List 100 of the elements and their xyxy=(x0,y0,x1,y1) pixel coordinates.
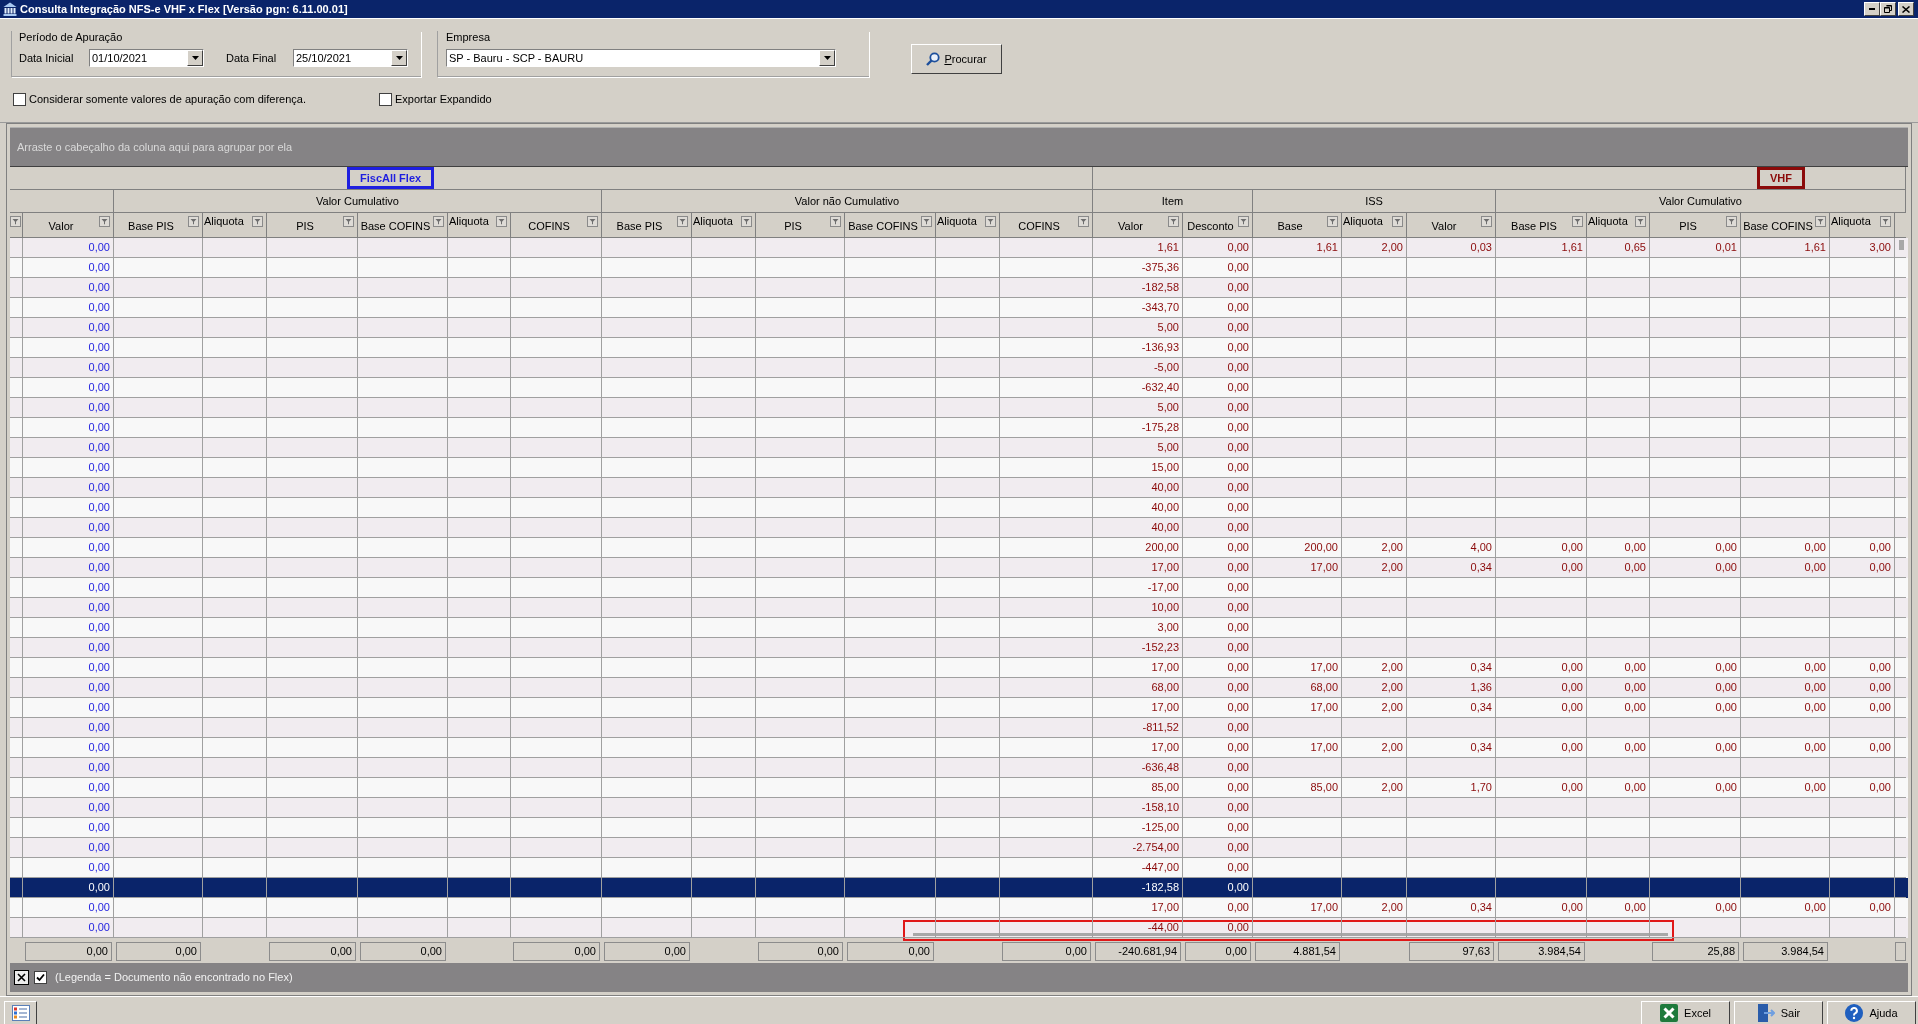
column-header[interactable]: Valor xyxy=(23,213,114,238)
toolbar-button[interactable]: Ajuda xyxy=(1827,1001,1916,1024)
toolbar-button[interactable]: Excel xyxy=(1641,1001,1730,1024)
table-row[interactable]: 0,00 68,00 0,00 68,00 2,00 1,36 0,00 0,00 0,00 0,00 0,00 xyxy=(10,678,1908,698)
table-row[interactable]: 0,00 -17,00 0,00 xyxy=(10,578,1908,598)
column-header[interactable]: Base PIS xyxy=(1496,213,1587,238)
column-header[interactable]: Aliquota xyxy=(692,213,756,238)
column-header[interactable]: Base COFINS xyxy=(358,213,448,238)
table-row[interactable]: 0,00 17,00 0,00 17,00 2,00 0,34 0,00 0,00 0,00 0,00 0,00 xyxy=(10,558,1908,578)
filter-icon[interactable] xyxy=(10,216,21,227)
column-header[interactable]: Valor xyxy=(1093,213,1183,238)
filter-icon[interactable] xyxy=(1238,216,1249,227)
table-row[interactable]: 0,00 85,00 0,00 85,00 2,00 1,70 0,00 0,00 0,00 0,00 0,00 xyxy=(10,778,1908,798)
filter-icon[interactable] xyxy=(433,216,444,227)
column-header[interactable]: PIS xyxy=(756,213,845,238)
date-field[interactable]: 01/10/2021 xyxy=(89,49,204,67)
filter-icon[interactable] xyxy=(1880,216,1891,227)
column-header[interactable]: Base xyxy=(1253,213,1342,238)
column-header[interactable]: Aliquota xyxy=(203,213,267,238)
filter-icon[interactable] xyxy=(1815,216,1826,227)
table-row[interactable]: 0,00 5,00 0,00 xyxy=(10,318,1908,338)
column-header[interactable]: PIS xyxy=(1650,213,1741,238)
column-header[interactable]: Desconto xyxy=(1183,213,1253,238)
filter-icon[interactable] xyxy=(252,216,263,227)
table-row[interactable]: 0,00 1,61 0,00 1,61 2,00 0,03 1,61 0,65 0,01 1,61 3,00 xyxy=(10,238,1908,258)
column-header[interactable]: Valor xyxy=(1407,213,1496,238)
filter-icon[interactable] xyxy=(343,216,354,227)
checkbox[interactable] xyxy=(34,971,47,984)
table-row[interactable]: 0,00 -125,00 0,00 xyxy=(10,818,1908,838)
column-header[interactable]: COFINS xyxy=(1000,213,1093,238)
table-row[interactable]: 0,00 15,00 0,00 xyxy=(10,458,1908,478)
filter-icon[interactable] xyxy=(830,216,841,227)
table-row[interactable]: 0,00 200,00 0,00 200,00 2,00 4,00 0,00 0,00 0,00 0,00 0,00 xyxy=(10,538,1908,558)
filter-icon[interactable] xyxy=(985,216,996,227)
table-row[interactable]: 0,00 40,00 0,00 xyxy=(10,498,1908,518)
filter-icon[interactable] xyxy=(587,216,598,227)
filter-icon[interactable] xyxy=(1572,216,1583,227)
table-row[interactable]: 0,00 -636,48 0,00 xyxy=(10,758,1908,778)
search-button[interactable]: Procurar xyxy=(911,44,1002,74)
dropdown-button[interactable] xyxy=(391,50,407,66)
table-row[interactable]: 0,00 -158,10 0,00 xyxy=(10,798,1908,818)
dropdown-button[interactable] xyxy=(187,50,203,66)
table-row[interactable]: 0,00 -811,52 0,00 xyxy=(10,718,1908,738)
table-row[interactable]: 0,00 -2.754,00 0,00 xyxy=(10,838,1908,858)
table-row[interactable]: 0,00 17,00 0,00 17,00 2,00 0,34 0,00 0,00 0,00 0,00 0,00 xyxy=(10,698,1908,718)
table-row[interactable]: 0,00 -136,93 0,00 xyxy=(10,338,1908,358)
filter-icon[interactable] xyxy=(677,216,688,227)
date-field[interactable]: 25/10/2021 xyxy=(293,49,408,67)
table-row[interactable]: 0,00 40,00 0,00 xyxy=(10,518,1908,538)
column-header[interactable]: Aliquota xyxy=(1830,213,1895,238)
filter-icon[interactable] xyxy=(741,216,752,227)
table-row[interactable]: 0,00 17,00 0,00 17,00 2,00 0,34 0,00 0,00 0,00 0,00 0,00 xyxy=(10,738,1908,758)
filter-icon[interactable] xyxy=(188,216,199,227)
column-header[interactable]: PIS xyxy=(267,213,358,238)
filter-icon[interactable] xyxy=(921,216,932,227)
list-button[interactable] xyxy=(4,1001,37,1024)
checkbox[interactable] xyxy=(379,92,392,106)
column-header[interactable]: Aliquota xyxy=(448,213,511,238)
restore-button[interactable] xyxy=(1880,2,1896,16)
table-row[interactable]: 0,00 -343,70 0,00 xyxy=(10,298,1908,318)
filter-icon[interactable] xyxy=(1168,216,1179,227)
table-row[interactable]: 0,00 10,00 0,00 xyxy=(10,598,1908,618)
table-row[interactable]: 0,00 3,00 0,00 xyxy=(10,618,1908,638)
column-header[interactable]: Base PIS xyxy=(114,213,203,238)
table-row[interactable]: 0,00 -5,00 0,00 xyxy=(10,358,1908,378)
column-header[interactable]: Aliquota xyxy=(1342,213,1407,238)
filter-icon[interactable] xyxy=(99,216,110,227)
table-row[interactable]: 0,00 40,00 0,00 xyxy=(10,478,1908,498)
checkbox[interactable] xyxy=(13,92,26,106)
table-row[interactable]: 0,00 -447,00 0,00 xyxy=(10,858,1908,878)
close-button[interactable] xyxy=(1898,2,1914,16)
table-row[interactable]: 0,00 5,00 0,00 xyxy=(10,438,1908,458)
filter-icon[interactable] xyxy=(1327,216,1338,227)
close-filter-button[interactable] xyxy=(14,970,29,985)
filter-icon[interactable] xyxy=(1635,216,1646,227)
table-row[interactable]: 0,00 -152,23 0,00 xyxy=(10,638,1908,658)
table-row[interactable]: 0,00 17,00 0,00 17,00 2,00 0,34 0,00 0,00 0,00 0,00 0,00 xyxy=(10,898,1908,918)
table-row[interactable]: 0,00 5,00 0,00 xyxy=(10,398,1908,418)
table-row[interactable]: 0,00 -44,00 0,00 xyxy=(10,918,1908,938)
company-dropdown[interactable]: SP - Bauru - SCP - BAURU xyxy=(446,49,836,67)
table-row[interactable]: 0,00 -375,36 0,00 xyxy=(10,258,1908,278)
filter-icon[interactable] xyxy=(496,216,507,227)
column-header[interactable]: Base PIS xyxy=(602,213,692,238)
column-header[interactable]: Base COFINS xyxy=(845,213,936,238)
table-row[interactable]: 0,00 -182,58 0,00 xyxy=(10,878,1908,898)
dropdown-button[interactable] xyxy=(819,50,835,66)
column-header[interactable]: Aliquota xyxy=(936,213,1000,238)
minimize-button[interactable] xyxy=(1864,2,1880,16)
column-header[interactable]: COFINS xyxy=(511,213,602,238)
filter-icon[interactable] xyxy=(1726,216,1737,227)
toolbar-button[interactable]: Sair xyxy=(1734,1001,1823,1024)
column-header[interactable]: Base COFINS xyxy=(1741,213,1830,238)
column-header[interactable]: Aliquota xyxy=(1587,213,1650,238)
table-row[interactable]: 0,00 -632,40 0,00 xyxy=(10,378,1908,398)
table-row[interactable]: 0,00 -175,28 0,00 xyxy=(10,418,1908,438)
filter-icon[interactable] xyxy=(1481,216,1492,227)
table-row[interactable]: 0,00 -182,58 0,00 xyxy=(10,278,1908,298)
table-row[interactable]: 0,00 17,00 0,00 17,00 2,00 0,34 0,00 0,00 0,00 0,00 0,00 xyxy=(10,658,1908,678)
filter-icon[interactable] xyxy=(1392,216,1403,227)
filter-icon[interactable] xyxy=(1078,216,1089,227)
